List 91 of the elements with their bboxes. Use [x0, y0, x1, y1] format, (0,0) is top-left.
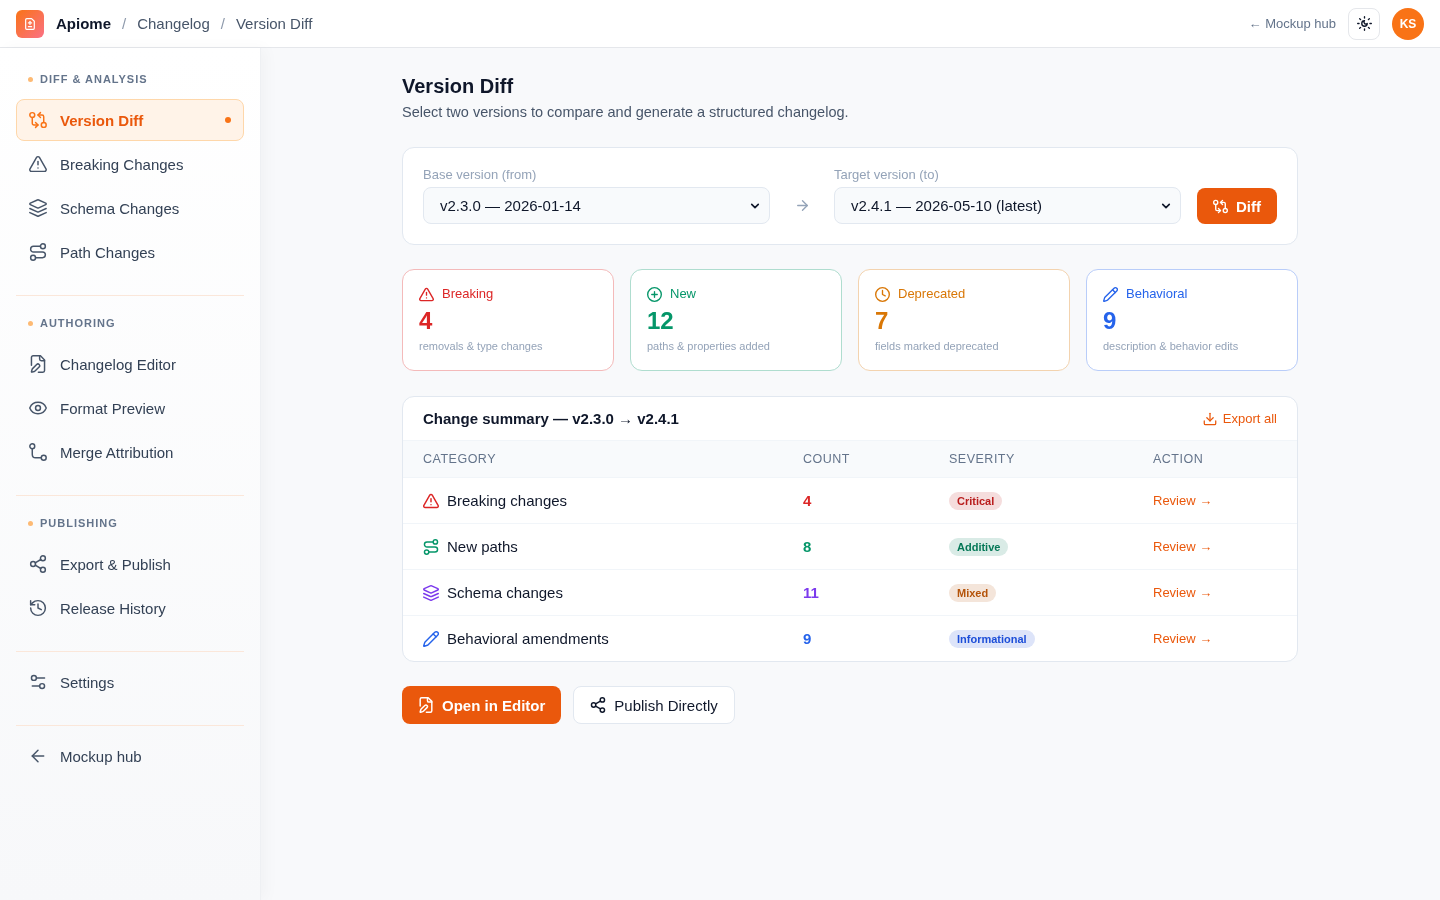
stat-description: removals & type changes — [419, 339, 543, 353]
review-link[interactable]: Review → — [1153, 631, 1213, 646]
file-pen-icon — [29, 355, 47, 373]
route-icon — [423, 538, 439, 555]
route-icon — [29, 243, 47, 261]
breadcrumb-link[interactable]: Changelog — [137, 15, 210, 32]
share-icon — [29, 555, 47, 573]
change-count: 4 — [803, 492, 812, 509]
bullet-icon — [28, 76, 33, 82]
breadcrumb-separator: / — [220, 15, 225, 32]
version-select[interactable]: v2.3.0 — 2026-01-14 — [423, 187, 770, 224]
diff-button[interactable]: Diff — [1197, 188, 1277, 224]
breadcrumb-separator: / — [122, 15, 127, 32]
share-icon — [590, 697, 607, 713]
change-count: 11 — [803, 584, 819, 601]
nav-item[interactable]: Merge Attribution — [16, 431, 244, 473]
logo-icon — [16, 9, 44, 38]
compare-arrows-icon — [1213, 198, 1228, 214]
clock-icon — [875, 286, 890, 302]
severity-badge: Additive — [949, 537, 1009, 556]
eye-icon — [29, 399, 47, 417]
pencil-icon — [1103, 286, 1118, 302]
change-count: 9 — [803, 630, 812, 647]
column-header: ACTION — [1153, 452, 1204, 466]
review-link[interactable]: Review → — [1153, 585, 1213, 600]
nav-item[interactable]: Format Preview — [16, 387, 244, 429]
field-label: Target version (to) — [834, 167, 939, 183]
category-name: Schema changes — [447, 584, 563, 601]
stat-label: Deprecated — [898, 285, 966, 303]
layers-icon — [29, 199, 47, 217]
column-header: CATEGORY — [423, 452, 496, 466]
column-header: SEVERITY — [949, 452, 1015, 466]
column-header: COUNT — [803, 452, 850, 466]
review-link[interactable]: Review → — [1153, 539, 1213, 554]
severity-badge: Informational — [949, 629, 1035, 648]
nav-item[interactable]: Export & Publish — [16, 543, 244, 585]
warning-triangle-icon — [419, 286, 434, 302]
branch-icon — [29, 443, 47, 461]
review-link[interactable]: Review → — [1153, 493, 1213, 508]
severity-badge: Mixed — [949, 583, 997, 602]
breadcrumb-link[interactable]: Version Diff — [235, 15, 313, 32]
warning-triangle-icon — [29, 155, 47, 173]
section-label: PUBLISHING — [40, 517, 118, 529]
stat-value: 9 — [1103, 307, 1117, 335]
nav-item[interactable]: Changelog Editor — [16, 343, 244, 385]
warning-triangle-icon — [423, 492, 439, 509]
plus-circle-icon — [647, 286, 662, 302]
page-title: Version Diff — [402, 74, 514, 99]
severity-badge: Critical — [949, 491, 1003, 510]
stat-description: description & behavior edits — [1103, 339, 1239, 353]
download-icon — [1202, 411, 1217, 426]
layers-icon — [423, 584, 439, 601]
export-link[interactable]: Export all — [1202, 411, 1277, 426]
stat-value: 12 — [647, 307, 674, 335]
section-label: DIFF & ANALYSIS — [40, 73, 148, 85]
page-subtitle: Select two versions to compare and generate a structured changelog. — [402, 103, 849, 122]
stat-value: 4 — [419, 307, 433, 335]
change-count: 8 — [803, 538, 812, 555]
history-icon — [29, 599, 47, 617]
category-name: Behavioral amendments — [447, 630, 609, 647]
stat-label: New — [670, 285, 696, 303]
bullet-icon — [28, 520, 33, 526]
section-label: AUTHORING — [40, 317, 116, 329]
back-link[interactable]: ← Mockup hub — [1248, 16, 1336, 31]
theme-toggle-button[interactable] — [1348, 7, 1380, 40]
category-name: New paths — [447, 538, 518, 555]
file-pen-icon — [418, 697, 434, 713]
nav-item[interactable]: Release History — [16, 587, 244, 629]
stat-description: paths & properties added — [647, 339, 770, 353]
pencil-icon — [423, 630, 439, 647]
nav-item[interactable]: Mockup hub — [16, 735, 244, 777]
compare-arrows-icon — [29, 111, 47, 129]
active-dot-icon — [225, 117, 231, 123]
app-name: Apiome — [56, 15, 111, 32]
category-name: Breaking changes — [447, 492, 568, 509]
primary-action-button[interactable]: Open in Editor — [402, 686, 562, 724]
stat-value: 7 — [875, 307, 889, 335]
secondary-action-button[interactable]: Publish Directly — [573, 686, 735, 724]
nav-item[interactable]: Path Changes — [16, 231, 244, 273]
summary-title: Change summary — v2.3.0 → v2.4.1 — [423, 410, 679, 427]
sun-moon-icon — [1356, 16, 1372, 31]
nav-item[interactable]: Settings — [16, 661, 244, 703]
stat-description: fields marked deprecated — [875, 339, 999, 353]
bullet-icon — [28, 320, 33, 326]
nav-item[interactable]: Breaking Changes — [16, 143, 244, 185]
sliders-icon — [29, 673, 47, 691]
stat-label: Breaking — [442, 285, 494, 303]
stat-label: Behavioral — [1126, 285, 1188, 303]
version-select[interactable]: v2.4.1 — 2026-05-10 (latest) — [834, 187, 1181, 224]
nav-item[interactable]: Schema Changes — [16, 187, 244, 229]
field-label: Base version (from) — [423, 167, 537, 183]
